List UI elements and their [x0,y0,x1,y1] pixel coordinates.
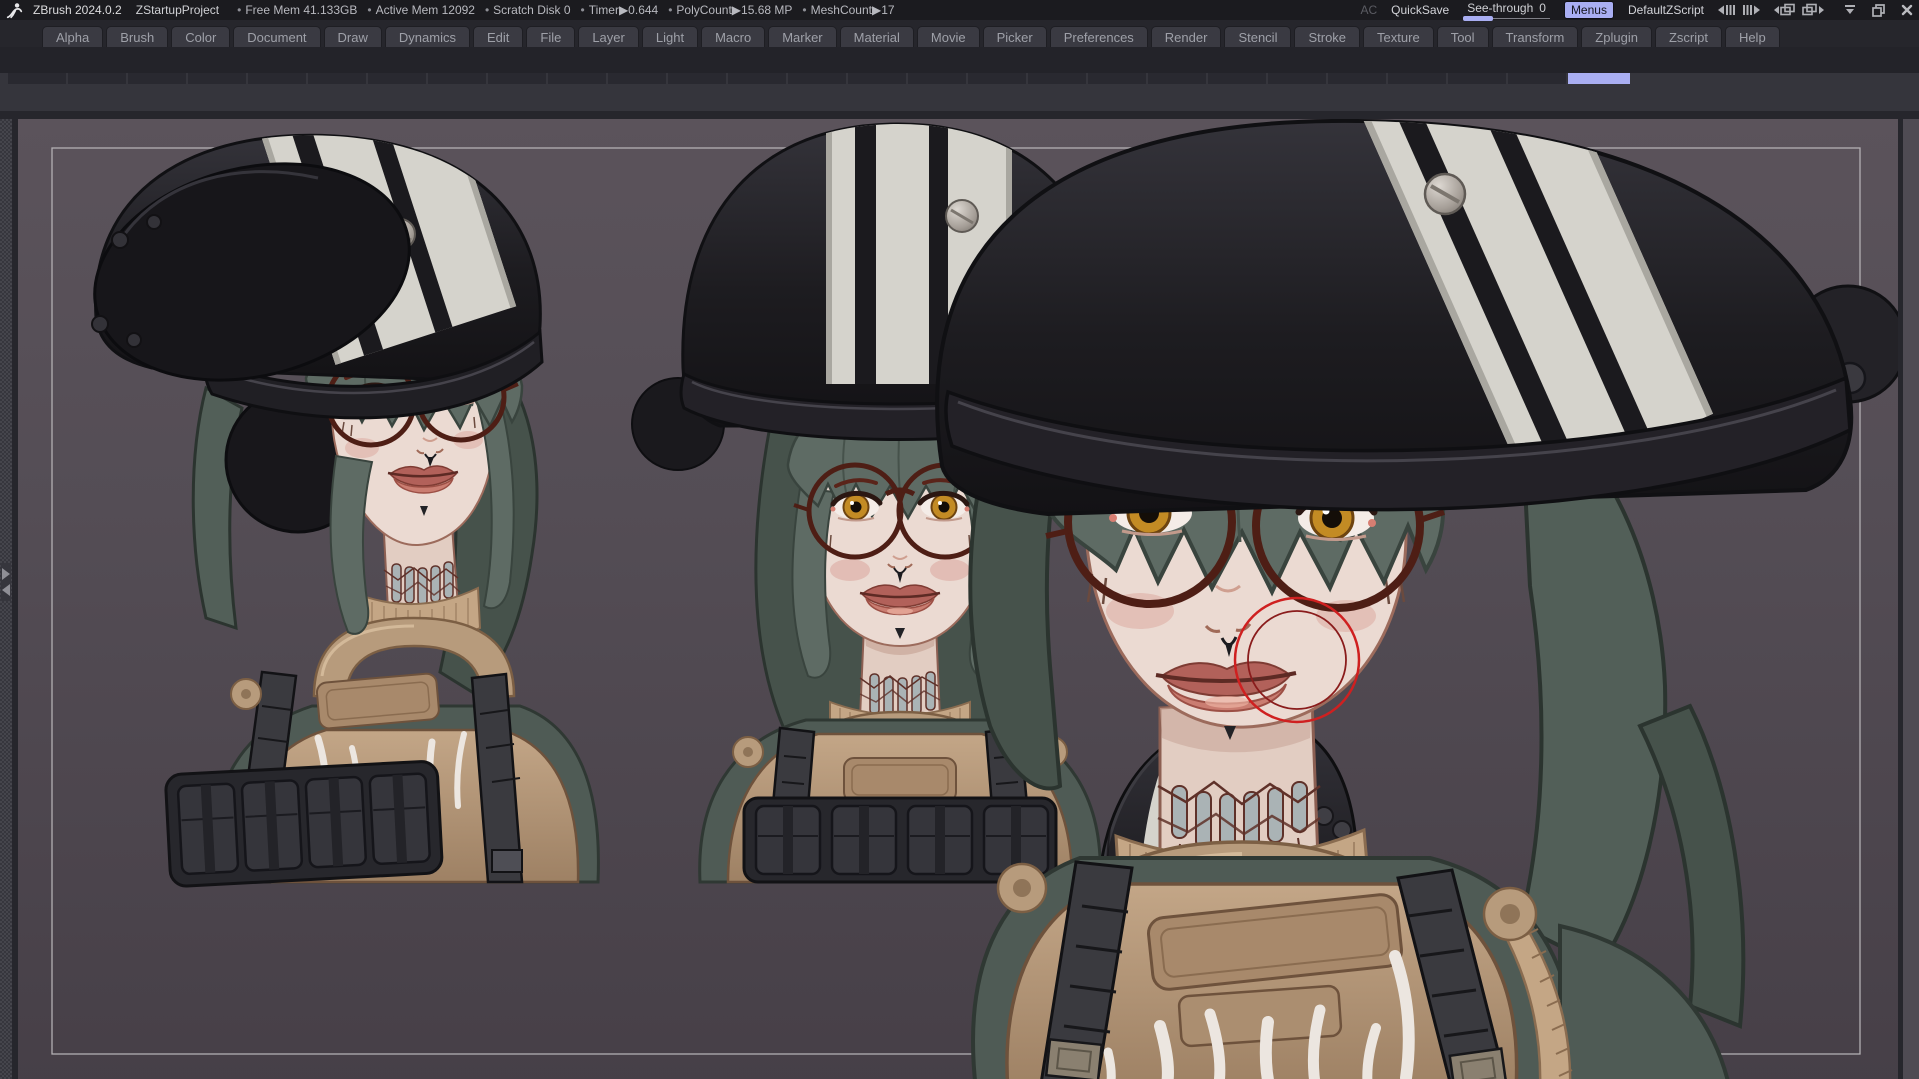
menu-tab[interactable]: Help [1725,26,1780,47]
tray-tab[interactable] [128,73,186,84]
tray-tab[interactable] [188,73,246,84]
menu-tab[interactable]: Stencil [1224,26,1291,47]
menu-tab[interactable]: Zscript [1655,26,1722,47]
menu-tab[interactable]: Picker [983,26,1047,47]
tray-tab[interactable] [1448,73,1506,84]
menu-tab[interactable]: Stroke [1294,26,1360,47]
status-stat: •PolyCount▶15.68 MP [668,3,792,17]
close-left-tray-icon[interactable] [2,584,10,596]
menu-tab[interactable]: Tool [1437,26,1489,47]
menu-tab[interactable]: Material [840,26,914,47]
scroll-ui-left-icon[interactable] [1718,4,1736,16]
menus-toggle-button[interactable]: Menus [1564,1,1614,19]
menu-tab[interactable]: Movie [917,26,980,47]
tray-tab[interactable] [488,73,546,84]
tray-tab[interactable] [968,73,1026,84]
work-area [0,119,1919,1079]
menu-tab[interactable]: Zplugin [1581,26,1652,47]
left-tray-divider[interactable] [0,119,12,1079]
tray-tab[interactable] [668,73,726,84]
tray-tab[interactable] [8,73,66,84]
menu-tab[interactable]: Render [1151,26,1222,47]
title-bar: ZBrush 2024.0.2 ZStartupProject •Free Me… [0,0,1919,20]
tray-tab[interactable] [308,73,366,84]
menu-tab[interactable]: Transform [1492,26,1579,47]
ac-label: AC [1361,3,1378,17]
menu-tab[interactable]: Alpha [42,26,103,47]
restore-icon[interactable] [1872,4,1885,17]
tray-tab[interactable] [1388,73,1446,84]
tray-divider-strip [0,73,1919,84]
menu-bar: AlphaBrushColorDocumentDrawDynamicsEditF… [0,20,1919,47]
zbrush-logo-icon [6,2,23,19]
tray-tab[interactable] [68,73,126,84]
tray-tab[interactable] [608,73,666,84]
tray-tab[interactable] [908,73,966,84]
prev-window-icon[interactable] [1774,3,1796,17]
tray-tab-active[interactable] [1568,73,1630,84]
tray-tab[interactable] [848,73,906,84]
tray-tab[interactable] [1148,73,1206,84]
close-icon[interactable] [1901,4,1913,16]
menu-tab[interactable]: Preferences [1050,26,1148,47]
viewport[interactable] [18,119,1898,1079]
menu-tab[interactable]: Document [233,26,320,47]
menu-tab[interactable]: File [526,26,575,47]
right-tray-edge[interactable] [1903,119,1919,1079]
app-title: ZBrush 2024.0.2 [33,3,122,17]
minimize-icon[interactable] [1844,4,1856,16]
project-name: ZStartupProject [136,3,219,17]
menu-tab[interactable]: Light [642,26,698,47]
tray-tab[interactable] [248,73,306,84]
tray-tab[interactable] [1208,73,1266,84]
menu-tab[interactable]: Color [171,26,230,47]
menu-tab[interactable]: Texture [1363,26,1434,47]
sculpt-canvas[interactable] [18,119,1898,1079]
see-through-slider[interactable]: See-through 0 [1463,1,1550,19]
tray-tab[interactable] [1088,73,1146,84]
menu-tab[interactable]: Draw [324,26,382,47]
see-through-value: 0 [1539,1,1546,15]
tray-tab[interactable] [788,73,846,84]
tray-tab[interactable] [1028,73,1086,84]
quicksave-button[interactable]: QuickSave [1391,3,1449,17]
status-stats: •Free Mem 41.133GB •Active Mem 12092 •Scra… [237,3,894,17]
scroll-ui-right-icon[interactable] [1742,4,1760,16]
menu-tab[interactable]: Brush [106,26,168,47]
default-zscript-button[interactable]: DefaultZScript [1628,3,1704,17]
left-character-bust[interactable] [72,119,599,887]
next-window-icon[interactable] [1802,3,1824,17]
see-through-slider-nub[interactable] [1463,16,1493,21]
tray-bar [0,73,1919,119]
status-stat: •Active Mem 12092 [367,3,475,17]
left-tray-handle[interactable] [1,563,11,601]
tray-tab[interactable] [1328,73,1386,84]
status-stat: •Scratch Disk 0 [485,3,571,17]
status-stat: •Free Mem 41.133GB [237,3,357,17]
tray-tab[interactable] [548,73,606,84]
open-left-tray-icon[interactable] [2,568,10,580]
tray-tab[interactable] [428,73,486,84]
menu-tab[interactable]: Dynamics [385,26,470,47]
status-stat: •MeshCount▶17 [802,3,894,17]
menu-tab[interactable]: Macro [701,26,765,47]
see-through-label: See-through [1467,1,1533,15]
right-character-bust[interactable] [937,119,1898,1079]
tray-tab[interactable] [1268,73,1326,84]
tray-tab[interactable] [368,73,426,84]
tray-tab[interactable] [1508,73,1566,84]
tray-tab[interactable] [728,73,786,84]
menu-tab[interactable]: Layer [578,26,639,47]
menu-tab[interactable]: Marker [768,26,836,47]
status-stat: •Timer▶0.644 [581,3,659,17]
menu-tab[interactable]: Edit [473,26,523,47]
